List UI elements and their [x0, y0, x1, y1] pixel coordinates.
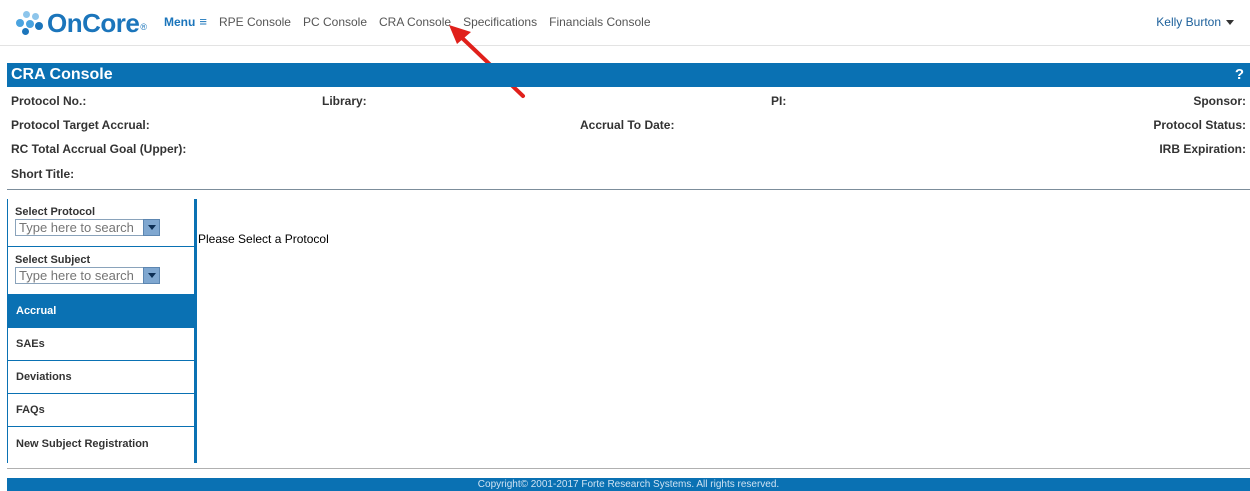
logo-text: OnCore [47, 7, 140, 38]
nav-financials-console[interactable]: Financials Console [549, 15, 650, 29]
nav-rpe-console[interactable]: RPE Console [219, 15, 291, 29]
protocol-status-label: Protocol Status: [1153, 118, 1246, 132]
select-subject-label: Select Subject [15, 254, 91, 266]
protocol-info-panel: Protocol No.: Library: PI: Sponsor: Prot… [7, 87, 1250, 190]
rc-total-accrual-goal-label: RC Total Accrual Goal (Upper): [11, 142, 187, 156]
user-menu[interactable]: Kelly Burton [1156, 15, 1234, 29]
menu-label: Menu [164, 14, 196, 29]
protocol-target-accrual-label: Protocol Target Accrual: [11, 118, 150, 132]
select-protocol-block: Select Protocol [8, 199, 194, 247]
select-subject-block: Select Subject [8, 247, 194, 295]
footer-copyright: Copyright© 2001-2017 Forte Research Syst… [7, 478, 1250, 491]
select-protocol-combobox [15, 219, 194, 236]
sponsor-label: Sponsor: [1193, 94, 1246, 108]
caret-down-icon [1226, 19, 1234, 25]
top-navigation-bar: OnCore ® Menu ≡ RPE Console PC Console CR… [0, 0, 1250, 46]
oncore-logo[interactable]: OnCore ® [14, 8, 147, 38]
hamburger-icon: ≡ [199, 14, 207, 29]
select-subject-dropdown-button[interactable] [143, 267, 160, 284]
user-name: Kelly Burton [1156, 15, 1221, 29]
menu-button[interactable]: Menu ≡ [164, 14, 207, 29]
logo-dots-icon [14, 10, 44, 36]
select-protocol-dropdown-button[interactable] [143, 219, 160, 236]
select-protocol-input[interactable] [15, 219, 143, 236]
sidebar-item-accrual[interactable]: Accrual [8, 295, 194, 328]
nav-cra-console[interactable]: CRA Console [379, 15, 451, 29]
protocol-no-label: Protocol No.: [11, 94, 87, 108]
sidebar-item-new-subject-registration[interactable]: New Subject Registration [8, 427, 194, 461]
console-header: CRA Console ? [7, 63, 1250, 87]
library-label: Library: [322, 94, 367, 108]
short-title-label: Short Title: [11, 167, 75, 181]
logo-registered-mark: ® [140, 22, 147, 32]
select-subject-input[interactable] [15, 267, 143, 284]
select-protocol-message: Please Select a Protocol [198, 232, 329, 246]
footer-divider [7, 468, 1250, 469]
accrual-to-date-label: Accrual To Date: [580, 118, 675, 132]
sidebar-item-deviations[interactable]: Deviations [8, 361, 194, 394]
triangle-down-icon [147, 273, 156, 278]
sidebar-item-saes[interactable]: SAEs [8, 328, 194, 361]
select-protocol-label: Select Protocol [15, 206, 96, 218]
main-nav: Menu ≡ RPE Console PC Console CRA Consol… [164, 14, 663, 29]
triangle-down-icon [147, 225, 156, 230]
irb-expiration-label: IRB Expiration: [1159, 142, 1246, 156]
nav-pc-console[interactable]: PC Console [303, 15, 367, 29]
pi-label: PI: [771, 94, 787, 108]
console-title: CRA Console [11, 66, 113, 83]
select-subject-combobox [15, 267, 194, 284]
sidebar: Select Protocol Select Subject Accrual S… [7, 199, 197, 463]
sidebar-item-faqs[interactable]: FAQs [8, 394, 194, 427]
help-icon[interactable]: ? [1235, 66, 1244, 83]
